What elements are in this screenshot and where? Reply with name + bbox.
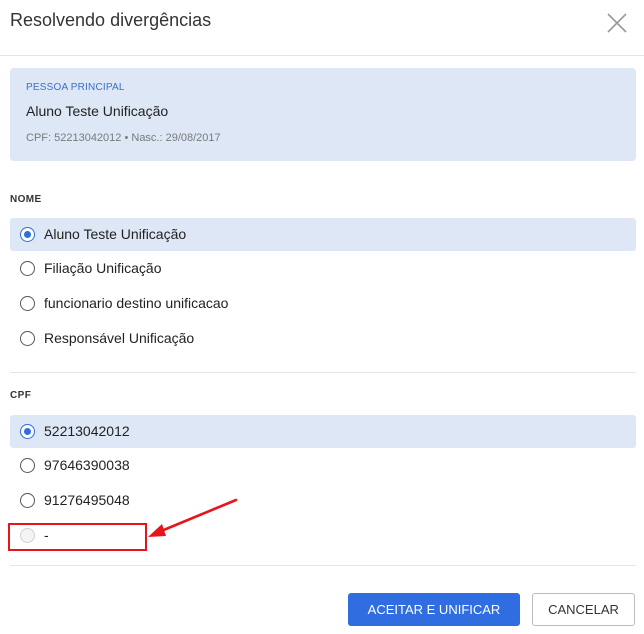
section-label-cpf: CPF [10, 390, 32, 401]
option-label: 52213042012 [44, 423, 130, 439]
option-label: 97646390038 [44, 457, 130, 473]
option-cpf-0[interactable]: 52213042012 [10, 415, 636, 448]
option-nome-1[interactable]: Filiação Unificação [10, 252, 636, 285]
radio-button[interactable] [20, 331, 35, 346]
principal-name: Aluno Teste Unificação [26, 103, 169, 119]
cancel-button[interactable]: CANCELAR [532, 593, 635, 626]
radio-button[interactable] [20, 296, 35, 311]
radio-button[interactable] [20, 424, 35, 439]
option-cpf-1[interactable]: 97646390038 [10, 449, 636, 482]
principal-person-card: PESSOA PRINCIPAL Aluno Teste Unificação … [10, 68, 636, 161]
option-cpf-3: - [10, 519, 636, 552]
option-label: Responsável Unificação [44, 330, 195, 346]
dialog-header: Resolvendo divergências [0, 0, 644, 56]
option-nome-0[interactable]: Aluno Teste Unificação [10, 218, 636, 251]
option-label: Filiação Unificação [44, 260, 162, 276]
option-label: 91276495048 [44, 492, 130, 508]
section-divider [10, 372, 636, 373]
principal-meta: CPF: 52213042012 • Nasc.: 29/08/2017 [26, 132, 221, 144]
option-label: Aluno Teste Unificação [44, 226, 187, 242]
option-nome-3[interactable]: Responsável Unificação [10, 322, 636, 355]
dialog-title: Resolvendo divergências [10, 10, 212, 30]
radio-button[interactable] [20, 261, 35, 276]
option-nome-2[interactable]: funcionario destino unificacao [10, 287, 636, 320]
footer-divider [10, 565, 636, 566]
radio-button[interactable] [20, 493, 35, 508]
radio-button[interactable] [20, 458, 35, 473]
radio-button[interactable] [20, 227, 35, 242]
accept-and-merge-button[interactable]: ACEITAR E UNIFICAR [348, 593, 520, 626]
section-label-nome: NOME [10, 194, 42, 205]
close-icon[interactable] [606, 12, 628, 34]
principal-kicker: PESSOA PRINCIPAL [26, 82, 125, 93]
merge-dialog: Resolvendo divergências PESSOA PRINCIPAL… [0, 0, 644, 634]
option-label: funcionario destino unificacao [44, 295, 229, 311]
radio-button-disabled [20, 528, 35, 543]
option-label: - [44, 527, 49, 543]
option-cpf-2[interactable]: 91276495048 [10, 484, 636, 517]
